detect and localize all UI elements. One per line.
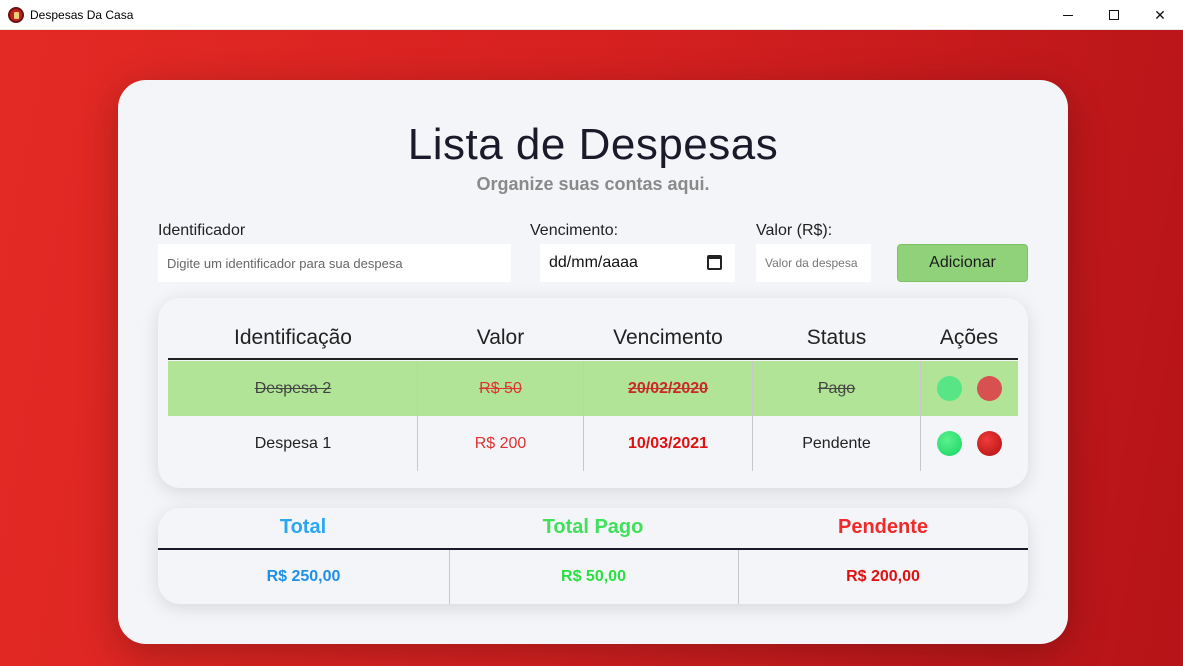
vencimento-value: dd/mm/aaaa	[549, 254, 638, 271]
totals-panel: Total Total Pago Pendente R$ 250,00 R$ 5…	[158, 508, 1028, 604]
window-titlebar: Despesas Da Casa ✕	[0, 0, 1183, 30]
valor-label: Valor (R$):	[756, 222, 833, 239]
cell-status: Pago	[817, 379, 856, 397]
header-identificacao: Identificação	[234, 326, 352, 349]
total-label: Total	[279, 516, 327, 538]
valor-input[interactable]: Valor da despesa	[756, 244, 871, 282]
app-icon	[8, 6, 24, 23]
total-pago-value: R$ 50,00	[561, 568, 626, 585]
cell-identificacao: Despesa 1	[254, 434, 332, 452]
identificador-placeholder: Digite um identificador para sua despesa	[167, 255, 403, 271]
pendente-label: Pendente	[837, 516, 929, 538]
header-acoes: Ações	[939, 326, 999, 349]
adicionar-button[interactable]: Adicionar	[897, 244, 1028, 282]
identificador-input[interactable]: Digite um identificador para sua despesa	[158, 244, 511, 282]
calendar-icon[interactable]	[707, 255, 722, 270]
delete-button[interactable]	[977, 431, 1002, 456]
cell-identificacao: Despesa 2	[254, 379, 332, 397]
close-button[interactable]: ✕	[1137, 0, 1183, 30]
minimize-button[interactable]	[1045, 0, 1091, 30]
expenses-table: Identificação Valor Vencimento Status Aç…	[158, 298, 1028, 488]
close-icon: ✕	[1154, 6, 1166, 23]
page-subtitle: Organize suas contas aqui.	[476, 174, 710, 194]
column-divider	[920, 361, 921, 416]
header-vencimento: Vencimento	[613, 326, 723, 349]
cell-valor: R$ 200	[474, 434, 527, 452]
minimize-icon	[1063, 14, 1073, 16]
window-title: Despesas Da Casa	[30, 7, 134, 22]
total-value: R$ 250,00	[266, 568, 341, 585]
header-divider	[168, 358, 1018, 360]
vencimento-date-input[interactable]: dd/mm/aaaa	[540, 244, 735, 282]
app-background: Lista de Despesas Organize suas contas a…	[0, 30, 1183, 666]
delete-button[interactable]	[977, 376, 1002, 401]
pendente-value: R$ 200,00	[846, 568, 920, 585]
valor-placeholder: Valor da despesa	[765, 256, 858, 270]
mark-paid-button[interactable]	[937, 376, 962, 401]
table-row: Despesa 2 R$ 50 20/02/2020 Pago	[168, 361, 1018, 416]
maximize-button[interactable]	[1091, 0, 1137, 30]
total-pago-label: Total Pago	[542, 516, 644, 538]
header-valor: Valor	[476, 326, 525, 349]
identificador-label: Identificador	[158, 222, 246, 239]
maximize-icon	[1109, 10, 1119, 20]
header-status: Status	[806, 326, 867, 349]
column-divider	[920, 416, 921, 471]
table-row: Despesa 1 R$ 200 10/03/2021 Pendente	[168, 416, 1018, 471]
page-title: Lista de Despesas	[407, 120, 779, 169]
cell-valor: R$ 50	[479, 379, 522, 397]
main-card: Lista de Despesas Organize suas contas a…	[118, 80, 1068, 644]
cell-status: Pendente	[802, 434, 871, 452]
cell-vencimento: 20/02/2020	[627, 379, 709, 397]
cell-vencimento: 10/03/2021	[627, 434, 709, 452]
vencimento-label: Vencimento:	[530, 222, 619, 239]
window-controls: ✕	[1045, 0, 1183, 30]
mark-paid-button[interactable]	[937, 431, 962, 456]
